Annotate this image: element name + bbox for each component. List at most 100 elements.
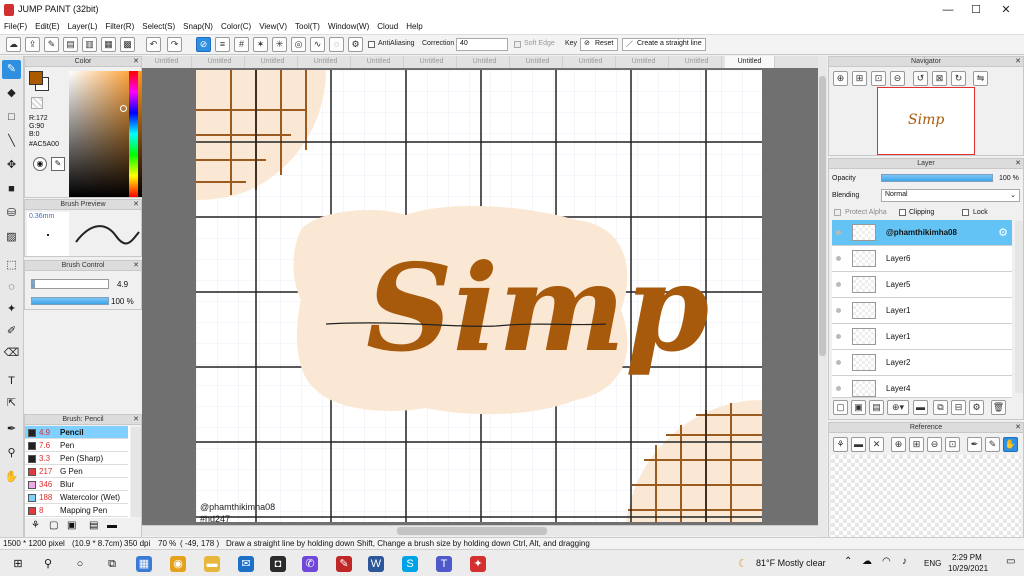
protect-alpha-checkbox[interactable] [834, 209, 841, 216]
zoom-out-icon[interactable]: ⊖ [890, 71, 905, 86]
brush-size-slider[interactable] [31, 279, 109, 289]
lasso-tool-icon[interactable]: ◌ [2, 278, 21, 297]
hue-slider[interactable] [129, 71, 138, 197]
page-icon[interactable]: ▥ [82, 37, 97, 52]
layer-row-layer1[interactable]: Layer1 [832, 324, 1012, 350]
visibility-icon[interactable] [836, 360, 841, 365]
reference-close-icon[interactable]: ✕ [869, 437, 884, 452]
eraser-tool-icon[interactable]: ◆ [2, 84, 21, 103]
layer-row-layer2[interactable]: Layer2 [832, 350, 1012, 376]
new-layer-alt-icon[interactable]: ▣ [851, 400, 866, 415]
tab-untitled[interactable]: Untitled [672, 56, 722, 68]
tab-untitled[interactable]: Untitled [513, 56, 563, 68]
tab-untitled[interactable]: Untitled [566, 56, 616, 68]
magic-wand-tool-icon[interactable]: ✦ [2, 300, 21, 319]
vertical-scroll-thumb[interactable] [819, 76, 826, 356]
maximize-button[interactable]: ☐ [962, 2, 990, 18]
teams-icon[interactable]: T [436, 556, 452, 572]
menu-help[interactable]: Help [402, 21, 426, 31]
operation-tool-icon[interactable]: ⇱ [2, 394, 21, 413]
menu-cloud[interactable]: Cloud [373, 21, 402, 31]
reference-view[interactable] [831, 455, 1021, 537]
select-eraser-tool-icon[interactable]: ⌫ [2, 344, 21, 363]
new-file-icon[interactable]: ▤ [63, 37, 78, 52]
reference-open-icon[interactable]: ▬ [851, 437, 866, 452]
snap-off-icon[interactable]: ⊘ [196, 37, 211, 52]
snap-parallel-icon[interactable]: ≡ [215, 37, 230, 52]
gear-icon[interactable]: ⚙ [998, 226, 1008, 239]
tab-untitled[interactable]: Untitled [195, 56, 245, 68]
eyedropper-tool-icon[interactable]: ✒ [2, 420, 21, 439]
visibility-icon[interactable] [836, 386, 841, 391]
snap-grid-icon[interactable]: # [234, 37, 249, 52]
text-tool-icon[interactable]: T [2, 372, 21, 391]
snap-curve-icon[interactable]: ∿ [310, 37, 325, 52]
panel-close-icon[interactable]: ✕ [133, 57, 139, 67]
layer-row-layer5[interactable]: Layer5 [832, 272, 1012, 298]
menu-tool[interactable]: Tool(T) [291, 21, 324, 31]
panel-close-icon[interactable]: ✕ [133, 415, 139, 425]
tab-untitled-active[interactable]: Untitled [725, 56, 775, 68]
tab-untitled[interactable]: Untitled [354, 56, 404, 68]
cloud-tray-icon[interactable]: ☁ [862, 556, 872, 567]
reference-fit-icon[interactable]: ⊞ [909, 437, 924, 452]
brush-folder-icon[interactable]: ▬ [107, 520, 117, 531]
navigator-thumbnail[interactable]: Simp [877, 87, 975, 155]
dropper-icon[interactable]: ✎ [51, 157, 65, 171]
clock-time[interactable]: 2:29 PM [952, 553, 982, 562]
snap-cross-icon[interactable]: ✳ [272, 37, 287, 52]
tab-untitled[interactable]: Untitled [407, 56, 457, 68]
reset-button[interactable]: ⊘ Reset [580, 38, 618, 51]
zoom-in-icon[interactable]: ⊕ [833, 71, 848, 86]
reference-zoom-out-icon[interactable]: ⊖ [927, 437, 942, 452]
visibility-icon[interactable] [836, 308, 841, 313]
palette-icon[interactable]: ◉ [33, 157, 47, 171]
menu-filter[interactable]: Filter(R) [101, 21, 138, 31]
tab-untitled[interactable]: Untitled [142, 56, 192, 68]
reference-upload-icon[interactable]: ⚘ [833, 437, 848, 452]
soft-edge-checkbox[interactable] [514, 41, 521, 48]
chevron-up-icon[interactable]: ⌃ [844, 556, 852, 567]
bucket-tool-icon[interactable]: ⛁ [2, 204, 21, 223]
layer-list-scrollbar[interactable] [1015, 221, 1023, 393]
clipping-checkbox[interactable] [899, 209, 906, 216]
visibility-icon[interactable] [836, 256, 841, 261]
grid-icon[interactable]: ▩ [120, 37, 135, 52]
skype-icon[interactable]: S [402, 556, 418, 572]
correction-input[interactable]: 40 [456, 38, 508, 51]
mail-icon[interactable]: ✉ [238, 556, 254, 572]
layer-copy-icon[interactable]: ▤ [869, 400, 884, 415]
select-pen-tool-icon[interactable]: ✐ [2, 322, 21, 341]
brush-item-mapping-pen[interactable]: 8 Mapping Pen [25, 504, 128, 517]
weather-text[interactable]: 81°F Mostly clear [756, 558, 826, 568]
line-tool-icon[interactable]: ╲ [2, 132, 21, 151]
layer-add-menu-icon[interactable]: ⊕▾ [887, 400, 909, 415]
rotate-right-icon[interactable]: ↻ [951, 71, 966, 86]
brush-item-watercolor[interactable]: 188 Watercolor (Wet) [25, 491, 128, 504]
panel-close-icon[interactable]: ✕ [133, 261, 139, 271]
jump-paint-icon[interactable]: ✎ [336, 556, 352, 572]
brush-item-pen-sharp[interactable]: 3.3 Pen (Sharp) [25, 452, 128, 465]
antialiasing-checkbox[interactable] [368, 41, 375, 48]
panel-close-icon[interactable]: ✕ [1015, 159, 1021, 169]
layer-row-layer4[interactable]: Layer4 [832, 376, 1012, 398]
reference-pen-icon[interactable]: ✎ [985, 437, 1000, 452]
task-view-icon[interactable]: ○ [72, 556, 88, 572]
messenger-icon[interactable]: ✆ [302, 556, 318, 572]
menu-select[interactable]: Select(S) [138, 21, 179, 31]
rotate-reset-icon[interactable]: ⊠ [932, 71, 947, 86]
windows-start-icon[interactable]: ⊞ [10, 556, 26, 572]
clock-date[interactable]: 10/29/2021 [948, 564, 988, 573]
tab-untitled[interactable]: Untitled [619, 56, 669, 68]
brush-menu-icon[interactable]: ▣ [67, 520, 76, 531]
pen-tool-icon[interactable]: ✎ [2, 60, 21, 79]
layer-folder-icon[interactable]: ▬ [913, 400, 928, 415]
close-button[interactable]: ✕ [992, 2, 1020, 18]
widgets-icon[interactable]: ⧉ [104, 556, 120, 572]
gradient-tool-icon[interactable]: ▨ [2, 228, 21, 247]
new-brush-icon[interactable]: ▢ [49, 520, 58, 531]
brush-item-blur[interactable]: 346 Blur [25, 478, 128, 491]
zoom-fit-icon[interactable]: ⊞ [852, 71, 867, 86]
layer-merge-icon[interactable]: ⊟ [951, 400, 966, 415]
fill-rect-tool-icon[interactable]: ■ [2, 180, 21, 199]
